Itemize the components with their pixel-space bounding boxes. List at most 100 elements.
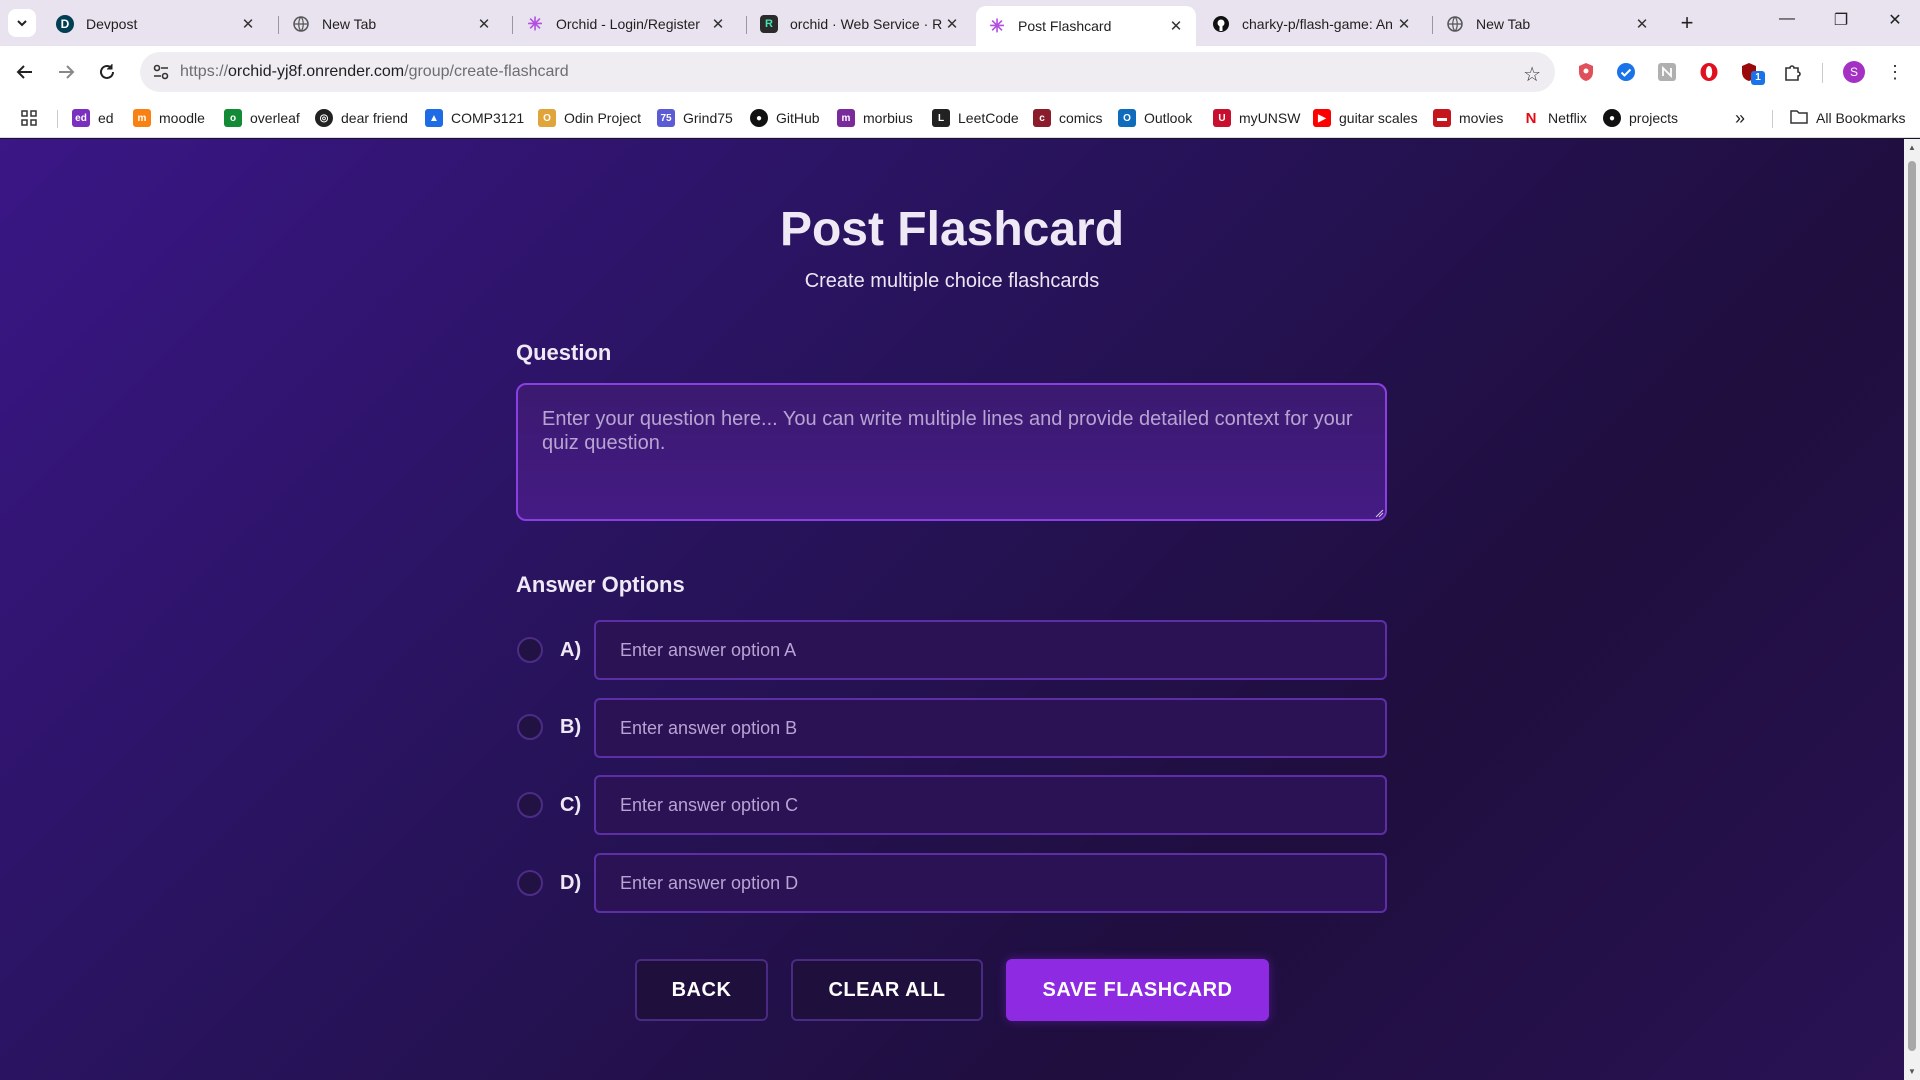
tab-title: Devpost	[86, 16, 138, 32]
moodle-icon: m	[133, 109, 151, 127]
url-text: https://orchid-yj8f.onrender.com/group/c…	[180, 63, 569, 81]
bookmark-outlook[interactable]: O Outlook	[1118, 107, 1192, 129]
tab-post-flashcard[interactable]: ✳ Post Flashcard ✕	[976, 6, 1196, 46]
tab-new-tab-2[interactable]: New Tab ✕	[1434, 6, 1662, 42]
url-scheme: https://	[180, 63, 229, 80]
bookmark-projects[interactable]: ● projects	[1603, 107, 1678, 129]
ublock-extension-icon[interactable]: 1	[1738, 59, 1765, 85]
bookmark-github[interactable]: ● GitHub	[750, 107, 820, 129]
option-c-input[interactable]	[594, 775, 1387, 835]
bookmark-comp3121[interactable]: ▲ COMP3121	[425, 107, 524, 129]
bookmark-ed[interactable]: ed ed	[72, 107, 114, 129]
url-path: /group/create-flashcard	[404, 63, 569, 80]
bookmark-label: Odin Project	[564, 110, 642, 126]
reload-button[interactable]	[93, 58, 121, 86]
leetcode-icon: L	[932, 109, 950, 127]
shield-extension-icon[interactable]	[1573, 59, 1599, 85]
bookmark-grind75[interactable]: 75 Grind75	[657, 107, 733, 129]
star-icon[interactable]: ☆	[1523, 62, 1541, 87]
netflix-icon: N	[1522, 109, 1540, 127]
tab-devpost[interactable]: D Devpost ✕	[44, 6, 268, 42]
restore-button[interactable]: ❐	[1826, 10, 1856, 30]
bookmark-morbius[interactable]: m morbius	[837, 107, 913, 129]
bookmark-label: myUNSW	[1239, 110, 1301, 126]
grey-extension-icon[interactable]	[1654, 59, 1680, 85]
flashcard-page: Post Flashcard Create multiple choice fl…	[0, 139, 1904, 1080]
tab-new-tab[interactable]: New Tab ✕	[280, 6, 504, 42]
option-b-input[interactable]	[594, 698, 1387, 758]
close-window-button[interactable]: ✕	[1880, 10, 1910, 30]
close-icon[interactable]: ✕	[1168, 17, 1184, 35]
question-input[interactable]	[516, 383, 1387, 521]
bookmark-dear-friend[interactable]: ◎ dear friend	[315, 107, 408, 129]
clear-all-button[interactable]: CLEAR ALL	[791, 959, 983, 1021]
save-flashcard-button[interactable]: SAVE FLASHCARD	[1006, 959, 1269, 1021]
close-icon[interactable]: ✕	[944, 15, 960, 33]
globe-icon	[292, 15, 310, 33]
bookmark-label: Netflix	[1548, 110, 1587, 126]
resize-handle-icon[interactable]	[1374, 508, 1384, 518]
checkmark-extension-icon[interactable]	[1613, 59, 1639, 85]
address-bar[interactable]: https://orchid-yj8f.onrender.com/group/c…	[140, 52, 1555, 92]
dear-friend-icon: ◎	[315, 109, 333, 127]
tab-github-flash-game[interactable]: charky-p/flash-game: An ✕	[1200, 6, 1424, 42]
bookmark-odin-project[interactable]: O Odin Project	[538, 107, 641, 129]
odin-icon: O	[538, 109, 556, 127]
scroll-down-icon[interactable]: ▼	[1907, 1067, 1917, 1077]
close-icon[interactable]: ✕	[710, 15, 726, 33]
site-settings-icon[interactable]	[152, 63, 170, 86]
bookmark-movies[interactable]: ▬ movies	[1433, 107, 1503, 129]
bookmark-label: projects	[1629, 110, 1679, 126]
more-bookmarks-button[interactable]: »	[1735, 107, 1745, 129]
apps-button[interactable]	[20, 107, 38, 129]
overleaf-icon: o	[224, 109, 242, 127]
bookmark-label: Outlook	[1144, 110, 1193, 126]
option-a-input[interactable]	[594, 620, 1387, 680]
bookmark-label: Grind75	[683, 110, 733, 126]
bookmark-label: movies	[1459, 110, 1504, 126]
bookmark-label: overleaf	[250, 110, 300, 126]
scroll-up-icon[interactable]: ▲	[1907, 143, 1917, 153]
puzzle-icon[interactable]	[1780, 59, 1806, 85]
arrow-left-icon	[16, 65, 32, 79]
new-tab-button[interactable]: +	[1673, 10, 1701, 38]
option-b-radio[interactable]	[517, 714, 543, 740]
option-c-radio[interactable]	[517, 792, 543, 818]
menu-button[interactable]: ⋮	[1882, 59, 1908, 85]
opera-extension-icon[interactable]	[1696, 59, 1722, 85]
close-icon[interactable]: ✕	[476, 15, 492, 33]
bookmark-leetcode[interactable]: L LeetCode	[932, 107, 1019, 129]
forward-nav-button[interactable]	[52, 58, 80, 86]
bookmark-netflix[interactable]: N Netflix	[1522, 107, 1587, 129]
page-scrollbar[interactable]: ▲ ▼	[1904, 139, 1920, 1080]
minimize-button[interactable]: —	[1772, 10, 1802, 28]
back-nav-button[interactable]	[11, 58, 39, 86]
profile-avatar[interactable]: S	[1841, 59, 1867, 85]
youtube-icon: ▶	[1313, 109, 1331, 127]
close-icon[interactable]: ✕	[1396, 15, 1412, 33]
tab-title: New Tab	[322, 16, 377, 32]
option-d-input[interactable]	[594, 853, 1387, 913]
scrollbar-thumb[interactable]	[1908, 161, 1916, 1051]
bookmark-myunsw[interactable]: UmyUNSW	[1213, 107, 1300, 129]
reload-icon	[100, 64, 114, 79]
browser-tab-bar: D Devpost ✕ New Tab ✕ ✳ Orchid - Login/R…	[0, 0, 1920, 46]
tab-search-button[interactable]	[8, 9, 36, 37]
ed-icon: ed	[72, 109, 90, 127]
option-a-radio[interactable]	[517, 637, 543, 663]
bookmark-guitar-scales[interactable]: ▶ guitar scales	[1313, 107, 1418, 129]
bookmark-moodle[interactable]: m moodle	[133, 107, 205, 129]
github-icon: ●	[750, 109, 768, 127]
browser-toolbar: https://orchid-yj8f.onrender.com/group/c…	[0, 46, 1920, 98]
bookmark-comics[interactable]: c comics	[1033, 107, 1103, 129]
close-icon[interactable]: ✕	[240, 15, 256, 33]
tab-render-service[interactable]: R orchid · Web Service · R ✕	[748, 6, 972, 42]
url-host: orchid-yj8f.onrender.com	[228, 63, 405, 80]
all-bookmarks-button[interactable]: All Bookmarks	[1790, 107, 1905, 129]
bookmarks-bar: ed ed m moodle o overleaf ◎ dear friend ▲ COM…	[0, 98, 1920, 138]
tab-orchid-login[interactable]: ✳ Orchid - Login/Register ✕	[514, 6, 738, 42]
back-button[interactable]: BACK	[635, 959, 768, 1021]
close-icon[interactable]: ✕	[1634, 15, 1650, 33]
option-d-radio[interactable]	[517, 870, 543, 896]
bookmark-overleaf[interactable]: o overleaf	[224, 107, 300, 129]
